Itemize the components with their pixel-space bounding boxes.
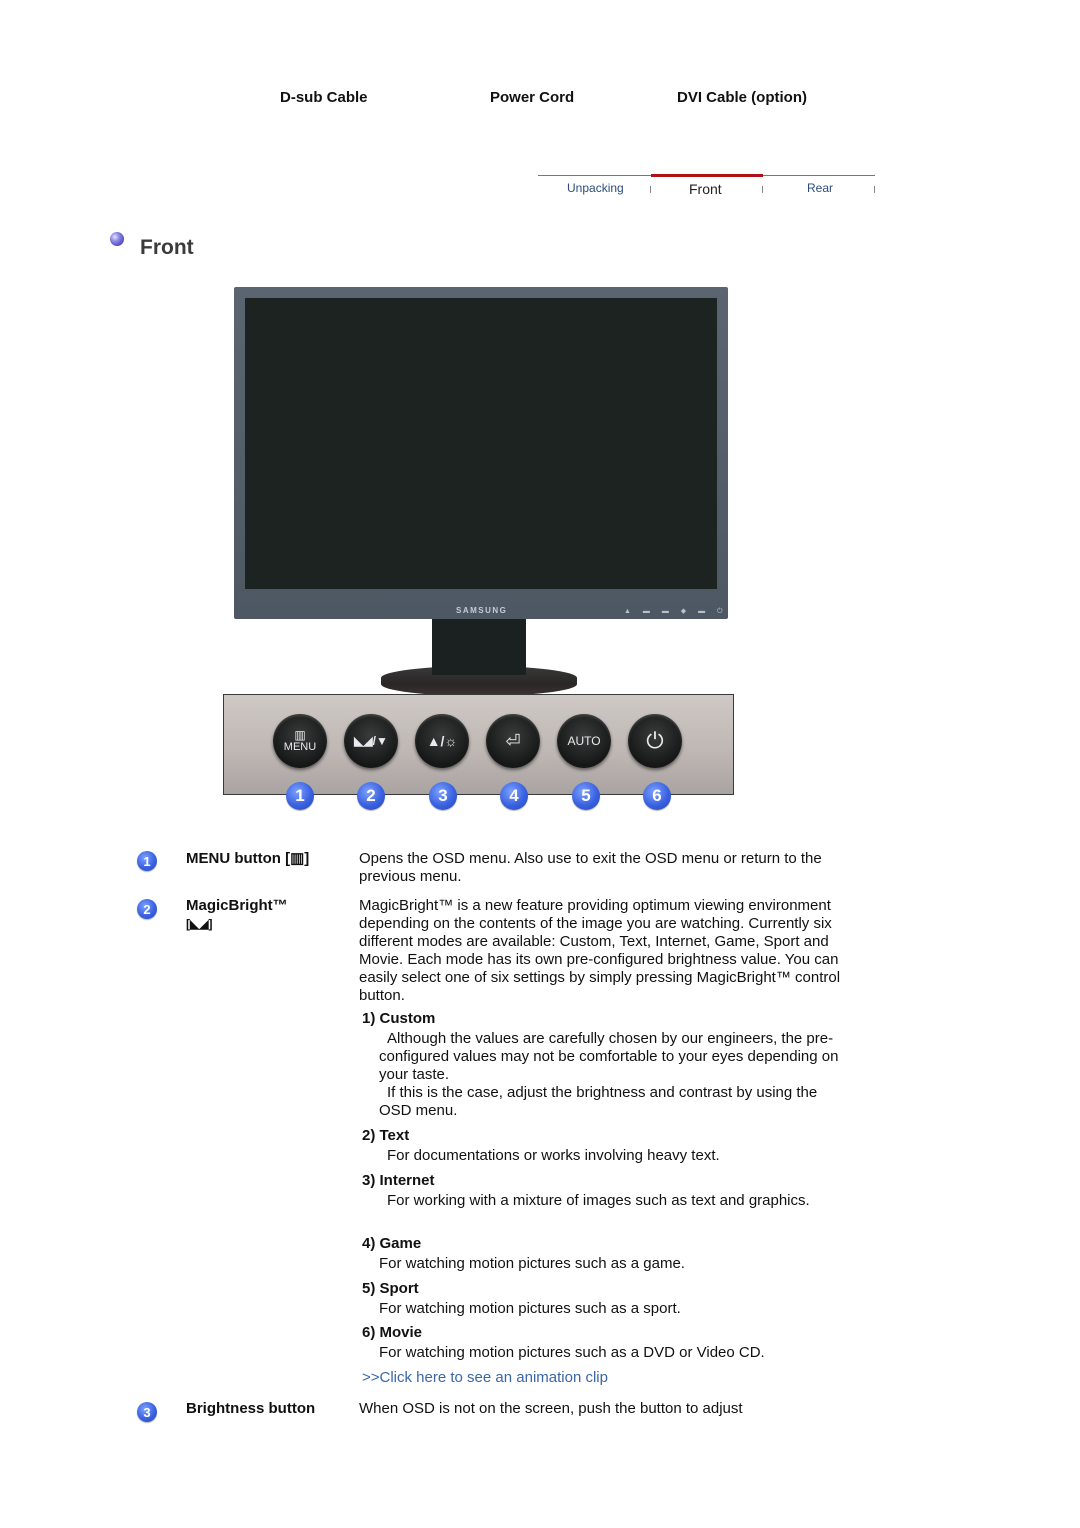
section-nav: Unpacking Front Rear [538, 174, 875, 205]
item-description-magicbright: MagicBright™ is a new feature providing … [359, 897, 841, 1004]
item-term-brightness-button: Brightness button [186, 1400, 316, 1417]
power-icon: ⏻ [646, 728, 664, 753]
item-number-badge-3: 3 [137, 1402, 157, 1422]
magicbright-down-icon: ◣◢/▼ [354, 734, 388, 748]
tab-front[interactable]: Front [689, 181, 722, 197]
mode-text-movie: For watching motion pictures such as a D… [379, 1344, 765, 1361]
cable-label-dsub: D-sub Cable [280, 89, 368, 106]
tab-unpacking[interactable]: Unpacking [567, 181, 624, 195]
up-brightness-icon: ▲/☼ [426, 733, 458, 749]
panel-menu-button: ▥ MENU [273, 714, 327, 768]
number-badge-2: 2 [357, 782, 385, 810]
mode-text-custom-2: If this is the case, adjust the brightne… [379, 1084, 818, 1119]
menu-label: MENU [283, 741, 317, 753]
magicbright-term-icon: [◣◢] [186, 917, 213, 931]
mode-text-text: For documentations or works involving he… [387, 1147, 720, 1164]
section-title: Front [140, 236, 194, 259]
mode-text-game: For watching motion pictures such as a g… [379, 1255, 685, 1272]
nav-separator [650, 186, 651, 193]
nav-active-indicator [651, 174, 763, 177]
item-term-magicbright: MagicBright™ [◣◢] [186, 897, 288, 933]
item-description-brightness-button: When OSD is not on the screen, push the … [359, 1400, 743, 1417]
panel-brightness-button: ▲/☼ [415, 714, 469, 768]
mode-title-custom: 1) Custom [362, 1010, 436, 1027]
monitor-illustration [234, 287, 728, 619]
item-number-badge-1: 1 [137, 851, 157, 871]
mode-title-movie: 6) Movie [362, 1324, 423, 1341]
cable-label-dvi: DVI Cable (option) [677, 89, 807, 106]
menu-icon: ▥ [294, 728, 306, 742]
item-number-badge-2: 2 [137, 899, 157, 919]
monitor-stand-neck [432, 619, 526, 675]
mode-text-internet: For working with a mixture of images suc… [387, 1192, 810, 1209]
enter-icon: ⏎ [505, 730, 521, 751]
panel-auto-button: AUTO [557, 714, 611, 768]
number-badge-6: 6 [643, 782, 671, 810]
number-badge-3: 3 [429, 782, 457, 810]
mode-title-game: 4) Game [362, 1235, 422, 1252]
auto-icon: AUTO [567, 734, 601, 748]
purple-sphere-bullet-icon [110, 232, 124, 246]
nav-separator [762, 186, 763, 193]
item-description-menu-button: Opens the OSD menu. Also use to exit the… [359, 850, 822, 885]
magicbright-term-label: MagicBright™ [186, 897, 288, 914]
mode-title-sport: 5) Sport [362, 1280, 419, 1297]
number-badge-1: 1 [286, 782, 314, 810]
panel-enter-button: ⏎ [486, 714, 540, 768]
mode-title-text: 2) Text [362, 1127, 410, 1144]
animation-clip-link[interactable]: >>Click here to see an animation clip [362, 1369, 608, 1386]
number-badge-5: 5 [572, 782, 600, 810]
mode-title-internet: 3) Internet [362, 1172, 435, 1189]
panel-power-button: ⏻ [628, 714, 682, 768]
item-term-menu-button: MENU button [▥] [186, 850, 310, 867]
number-badge-4: 4 [500, 782, 528, 810]
cable-label-power-cord: Power Cord [490, 89, 575, 106]
nav-separator [874, 186, 875, 193]
tab-rear[interactable]: Rear [807, 181, 833, 195]
monitor-screen [245, 298, 717, 589]
mode-text-custom-1: Although the values are carefully chosen… [379, 1030, 839, 1083]
mode-text-sport: For watching motion pictures such as a s… [379, 1300, 681, 1317]
panel-magicbright-button: ◣◢/▼ [344, 714, 398, 768]
